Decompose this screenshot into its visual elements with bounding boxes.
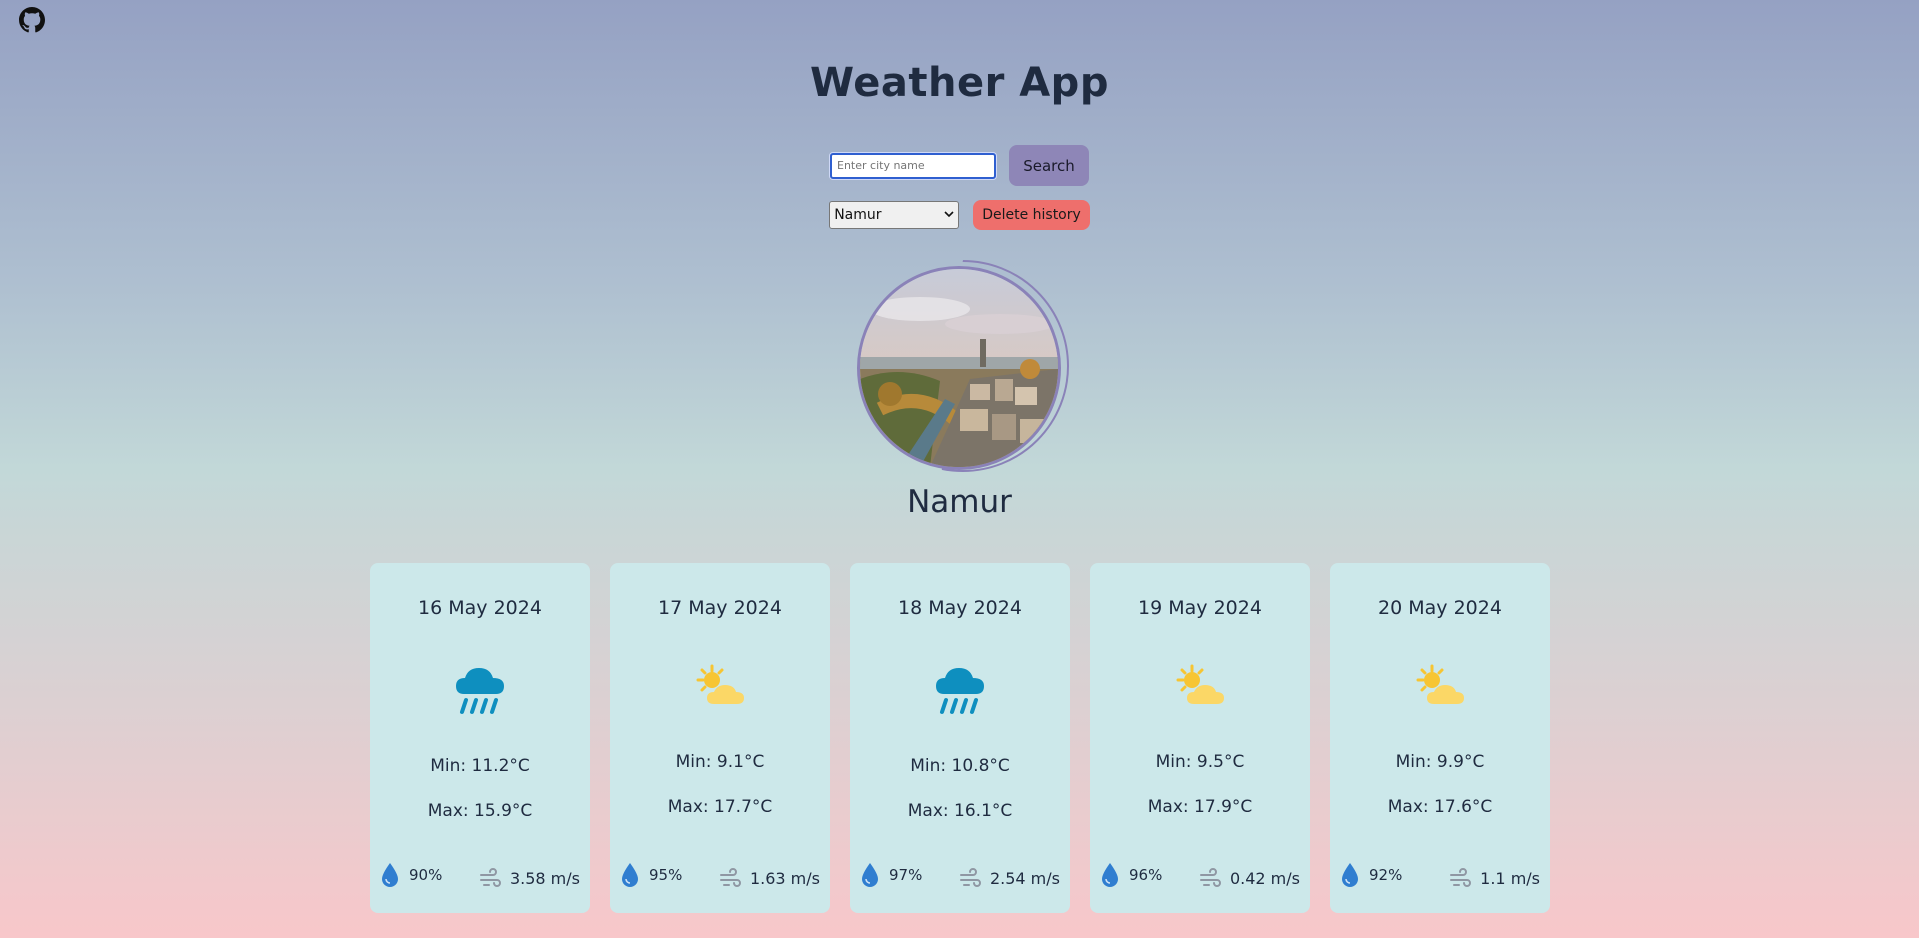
history-bar: Namur Delete history bbox=[0, 200, 1919, 230]
rain-cloud-icon bbox=[450, 658, 510, 718]
history-select[interactable]: Namur bbox=[829, 201, 960, 229]
wind-icon bbox=[719, 868, 741, 887]
page-title: Weather App bbox=[810, 60, 1109, 106]
forecast-min-temp: Min: 9.9°C bbox=[1395, 752, 1485, 772]
search-bar: Search bbox=[0, 145, 1919, 186]
wind-icon bbox=[1450, 868, 1472, 887]
forecast-card: 20 May 2024 Min: 9.9°C Max: 17.6°C 92% 1… bbox=[1330, 563, 1550, 913]
delete-history-button[interactable]: Delete history bbox=[973, 200, 1090, 230]
forecast-min-temp: Min: 9.1°C bbox=[675, 752, 765, 772]
water-drop-icon bbox=[622, 863, 638, 887]
humidity-info: 97% bbox=[860, 862, 922, 888]
wind-icon bbox=[1199, 868, 1221, 887]
forecast-list: 16 May 2024 Min: 11.2°C Max: 15.9°C 90% … bbox=[370, 563, 1550, 913]
forecast-date: 20 May 2024 bbox=[1378, 597, 1502, 619]
wind-value: 1.1 m/s bbox=[1480, 868, 1540, 888]
forecast-min-temp: Min: 10.8°C bbox=[910, 756, 1010, 776]
humidity-value: 90% bbox=[409, 866, 443, 884]
humidity-info: 96% bbox=[1100, 862, 1162, 888]
humidity-value: 97% bbox=[889, 866, 923, 884]
forecast-max-temp: Max: 17.6°C bbox=[1387, 797, 1493, 817]
humidity-value: 96% bbox=[1129, 866, 1163, 884]
forecast-date: 16 May 2024 bbox=[418, 597, 542, 619]
forecast-min-temp: Min: 11.2°C bbox=[430, 756, 530, 776]
forecast-max-temp: Max: 15.9°C bbox=[427, 801, 533, 821]
wind-value: 2.54 m/s bbox=[989, 868, 1060, 888]
humidity-value: 92% bbox=[1369, 866, 1403, 884]
forecast-max-temp: Max: 16.1°C bbox=[907, 801, 1013, 821]
humidity-info: 95% bbox=[620, 862, 682, 888]
wind-info: 2.54 m/s bbox=[959, 868, 1060, 888]
sun-behind-cloud-icon bbox=[690, 658, 750, 718]
water-drop-icon bbox=[1342, 863, 1358, 887]
wind-value: 0.42 m/s bbox=[1229, 868, 1300, 888]
forecast-date: 17 May 2024 bbox=[658, 597, 782, 619]
city-photo-container bbox=[857, 260, 1069, 478]
forecast-min-temp: Min: 9.5°C bbox=[1155, 752, 1245, 772]
water-drop-icon bbox=[1102, 863, 1118, 887]
humidity-info: 90% bbox=[380, 862, 442, 888]
wind-icon bbox=[959, 868, 981, 887]
forecast-card: 18 May 2024 Min: 10.8°C Max: 16.1°C 97% … bbox=[850, 563, 1070, 913]
city-search-input[interactable] bbox=[830, 152, 996, 179]
forecast-date: 19 May 2024 bbox=[1138, 597, 1262, 619]
sun-behind-cloud-icon bbox=[1170, 658, 1230, 718]
humidity-info: 92% bbox=[1340, 862, 1402, 888]
forecast-card: 16 May 2024 Min: 11.2°C Max: 15.9°C 90% … bbox=[370, 563, 590, 913]
rain-cloud-icon bbox=[930, 658, 990, 718]
wind-info: 0.42 m/s bbox=[1199, 868, 1300, 888]
sun-behind-cloud-icon bbox=[1410, 658, 1470, 718]
wind-value: 1.63 m/s bbox=[749, 868, 820, 888]
wind-info: 1.63 m/s bbox=[719, 868, 820, 888]
wind-value: 3.58 m/s bbox=[509, 868, 580, 888]
wind-icon bbox=[479, 868, 501, 887]
forecast-max-temp: Max: 17.7°C bbox=[667, 797, 773, 817]
city-photo bbox=[857, 266, 1061, 470]
water-drop-icon bbox=[382, 863, 398, 887]
search-button[interactable]: Search bbox=[1009, 145, 1089, 186]
history-selected-value: Namur bbox=[834, 207, 882, 223]
forecast-card: 19 May 2024 Min: 9.5°C Max: 17.9°C 96% 0… bbox=[1090, 563, 1310, 913]
water-drop-icon bbox=[862, 863, 878, 887]
forecast-date: 18 May 2024 bbox=[898, 597, 1022, 619]
wind-info: 3.58 m/s bbox=[479, 868, 580, 888]
github-icon[interactable] bbox=[19, 7, 45, 33]
forecast-max-temp: Max: 17.9°C bbox=[1147, 797, 1253, 817]
chevron-down-icon bbox=[944, 210, 954, 221]
city-name: Namur bbox=[907, 484, 1012, 520]
wind-info: 1.1 m/s bbox=[1449, 868, 1540, 888]
forecast-card: 17 May 2024 Min: 9.1°C Max: 17.7°C 95% 1… bbox=[610, 563, 830, 913]
humidity-value: 95% bbox=[649, 866, 683, 884]
